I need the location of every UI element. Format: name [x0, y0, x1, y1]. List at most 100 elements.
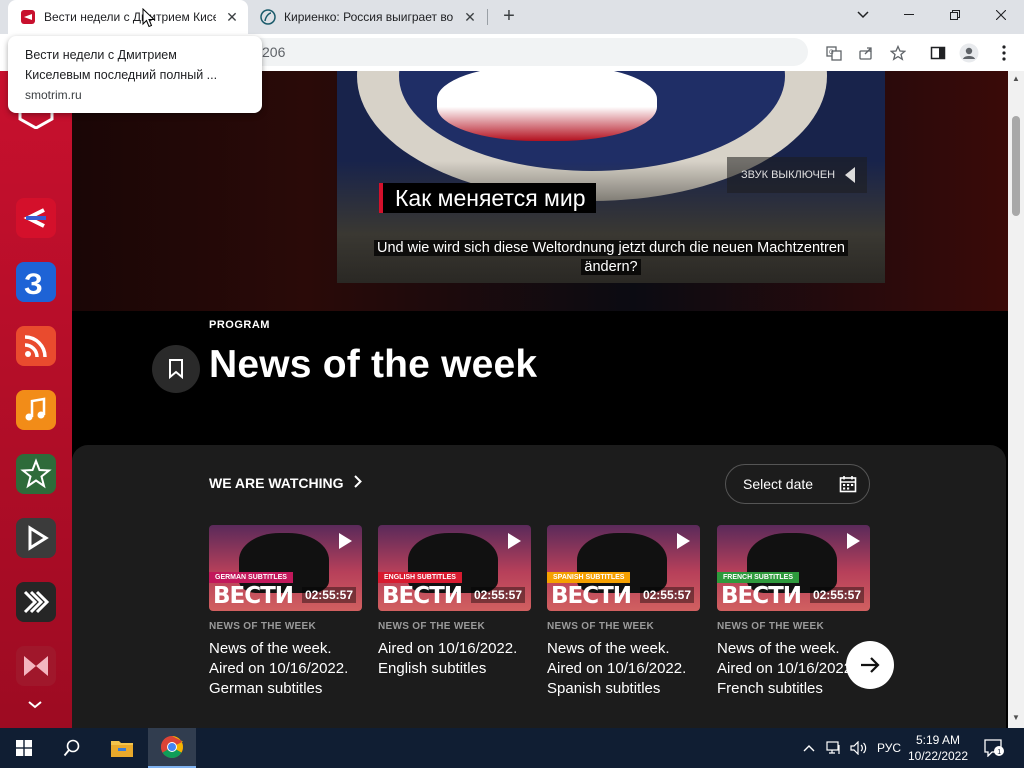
sound-off-button[interactable]: ЗВУК ВЫКЛЮЧЕН [727, 157, 867, 193]
play-icon [508, 533, 521, 549]
duration-badge: 02:55:57 [809, 587, 864, 603]
tooltip-title: Вести недели с Дмитрием Киселевым послед… [25, 48, 218, 82]
bowtie-icon[interactable] [16, 646, 56, 686]
video-banner: Как меняется мир [379, 183, 596, 213]
clock-time: 5:19 AM [915, 733, 961, 747]
zvezda-icon[interactable] [16, 454, 56, 494]
play-icon [677, 533, 690, 549]
duration-badge: 02:55:57 [470, 587, 525, 603]
vesti-logo: ВЕСТИ [213, 583, 294, 609]
minimize-button[interactable] [886, 0, 932, 30]
bookmark-star-icon[interactable] [888, 43, 908, 63]
russia1-icon[interactable] [16, 198, 56, 238]
we-are-watching-link[interactable]: WE ARE WATCHING [209, 475, 362, 491]
share-icon[interactable] [856, 43, 876, 63]
card-title[interactable]: News of the week. Aired on 10/16/2022. G… [209, 639, 362, 699]
close-icon[interactable]: ✕ [222, 7, 242, 27]
scroll-up-icon[interactable]: ▲ [1012, 75, 1020, 83]
side-panel-icon[interactable] [928, 43, 948, 63]
volume-icon[interactable] [850, 728, 868, 768]
file-explorer-icon[interactable] [98, 728, 146, 768]
card-title-line: Aired on 10/16/2022. [378, 640, 518, 657]
music-icon[interactable] [16, 390, 56, 430]
bookmark-button[interactable] [152, 345, 200, 393]
search-icon[interactable] [48, 728, 96, 768]
subtitle-tag: GERMAN SUBTITLES [209, 572, 293, 583]
card-title-line: English subtitles [378, 660, 487, 677]
play-icon [847, 533, 860, 549]
card-title[interactable]: Aired on 10/16/2022. English subtitles [378, 639, 531, 679]
scroll-thumb[interactable] [1012, 116, 1020, 216]
card-kicker: NEWS OF THE WEEK [717, 621, 825, 632]
episode-card[interactable]: SPANISH SUBTITLES ВЕСТИ 02:55:57 NEWS OF… [547, 525, 700, 699]
card-title[interactable]: News of the week. Aired on 10/16/2022. S… [547, 639, 700, 699]
web-page: Как меняется мир ЗВУК ВЫКЛЮЧЕН Und wie w… [0, 71, 1008, 728]
page-scrollbar[interactable]: ▲ ▼ [1008, 71, 1024, 728]
tab-kirienko[interactable]: Кириенко: Россия выиграет вой ✕ [250, 0, 486, 34]
network-icon[interactable] [826, 728, 842, 768]
tab-title: Кириенко: Россия выиграет вой [284, 10, 454, 24]
windows-start-icon[interactable] [0, 728, 48, 768]
language-indicator[interactable]: РУС [877, 728, 901, 768]
profile-avatar-icon[interactable] [959, 43, 979, 63]
calendar-icon [839, 476, 857, 493]
show-hidden-icons-icon[interactable] [803, 728, 815, 768]
duration-badge: 02:55:57 [639, 587, 694, 603]
episode-thumbnail[interactable]: ENGLISH SUBTITLES ВЕСТИ 02:55:57 [378, 525, 531, 611]
svg-text:G: G [829, 50, 834, 56]
scroll-down-icon[interactable]: ▼ [1012, 714, 1020, 722]
episode-thumbnail[interactable]: SPANISH SUBTITLES ВЕСТИ 02:55:57 [547, 525, 700, 611]
vesti-logo: ВЕСТИ [382, 583, 463, 609]
carousel-next-button[interactable] [846, 641, 894, 689]
page-title: News of the week [209, 343, 538, 386]
duration-badge: 02:55:57 [301, 587, 356, 603]
select-date-label: Select date [743, 476, 814, 492]
card-title-line: News of the week. [209, 640, 332, 657]
card-title-line: Aired on 10/16/2022. [209, 660, 349, 677]
new-tab-button[interactable]: + [498, 6, 520, 28]
watching-label: WE ARE WATCHING [209, 475, 344, 491]
tooltip-url: smotrim.ru [25, 88, 82, 102]
video-player[interactable]: Как меняется мир ЗВУК ВЫКЛЮЧЕН Und wie w… [337, 71, 885, 283]
card-kicker: NEWS OF THE WEEK [209, 621, 317, 632]
subtitle-tag: SPANISH SUBTITLES [547, 572, 631, 583]
tab-smotrim[interactable]: Вести недели с Дмитрием Киселевым послед… [8, 0, 248, 34]
tab-search-icon[interactable] [840, 0, 886, 30]
close-icon[interactable]: ✕ [460, 7, 480, 27]
windows-taskbar: РУС 5:19 AM 10/22/2022 1 [0, 728, 1024, 768]
episode-thumbnail[interactable]: FRENCH SUBTITLES ВЕСТИ 02:55:57 [717, 525, 870, 611]
subtitle-tag: ENGLISH SUBTITLES [378, 572, 462, 583]
card-title-line: News of the week. [547, 640, 670, 657]
close-window-button[interactable] [978, 0, 1024, 30]
smotrim-icon [20, 9, 36, 25]
select-date-button[interactable]: Select date [725, 464, 870, 504]
episode-card[interactable]: ENGLISH SUBTITLES ВЕСТИ 02:55:57 NEWS OF… [378, 525, 531, 679]
menu-kebab-icon[interactable] [994, 43, 1014, 63]
system-clock[interactable]: 5:19 AM 10/22/2022 [905, 732, 971, 764]
kultura-icon[interactable]: З [16, 262, 56, 302]
chevron-down-icon[interactable] [28, 696, 42, 712]
speaker-icon [845, 167, 856, 183]
card-title-line: German subtitles [209, 680, 323, 697]
episode-card[interactable]: GERMAN SUBTITLES ВЕСТИ 02:55:57 NEWS OF … [209, 525, 362, 699]
stripes-icon[interactable] [16, 582, 56, 622]
bookmark-icon [169, 359, 183, 379]
podcast-icon[interactable] [16, 326, 56, 366]
tab-title: Вести недели с Дмитрием Киселевым послед… [44, 10, 216, 24]
episodes-panel: WE ARE WATCHING Select date GERMAN SUBTI… [72, 445, 1006, 728]
program-label: PROGRAM [209, 319, 270, 331]
chrome-taskbar-icon[interactable] [148, 728, 196, 768]
subtitle-line-1: Und wie wird sich diese Weltordnung jetz… [373, 240, 848, 256]
svg-text:З: З [24, 268, 43, 301]
card-kicker: NEWS OF THE WEEK [547, 621, 655, 632]
restore-button[interactable] [932, 0, 978, 30]
episode-thumbnail[interactable]: GERMAN SUBTITLES ВЕСТИ 02:55:57 [209, 525, 362, 611]
arrow-right-icon [861, 657, 880, 673]
chevron-right-icon [353, 475, 362, 491]
translate-icon[interactable]: G [824, 43, 844, 63]
play-icon[interactable] [16, 518, 56, 558]
notifications-icon[interactable]: 1 [984, 728, 1004, 768]
tab-hover-tooltip: Вести недели с Дмитрием Киселевым послед… [8, 36, 262, 113]
play-icon [339, 533, 352, 549]
vesti-logo: ВЕСТИ [551, 583, 632, 609]
